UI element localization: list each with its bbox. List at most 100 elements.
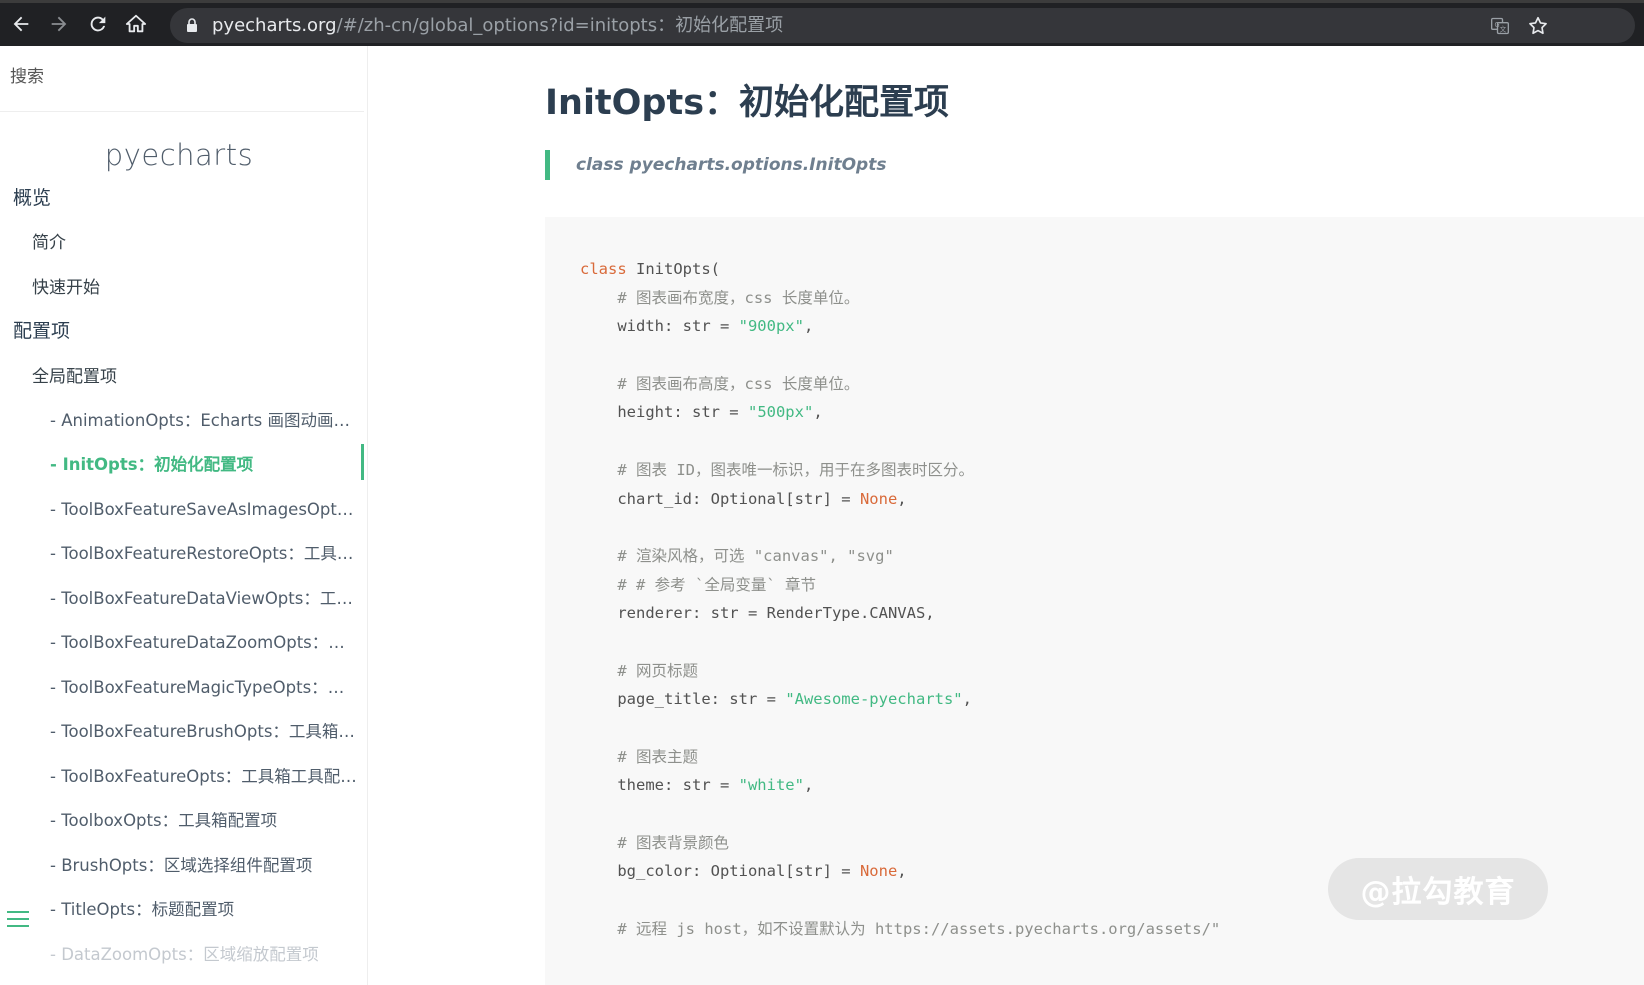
code-token: theme: str = <box>580 776 739 795</box>
sidebar-item[interactable]: 快速开始 <box>0 263 364 308</box>
sidebar-item-label: 配置项 <box>13 320 71 343</box>
sidebar-item[interactable]: - ToolBoxFeatureOpts：工具箱工具配置项 <box>0 753 364 798</box>
code-line: chart_id: Optional[str] = None, <box>580 485 1644 514</box>
code-token: "white" <box>738 776 804 795</box>
home-button[interactable] <box>120 8 152 40</box>
code-token: width: str = <box>580 317 739 336</box>
code-token: # 远程 js host，如不设置默认为 https://assets.pyec… <box>580 919 1221 938</box>
code-token: chart_id: Optional[str] = <box>580 489 860 508</box>
sidebar: pyecharts 概览简介快速开始配置项全局配置项 - AnimationOpt… <box>0 46 368 985</box>
class-blockquote: class pyecharts.options.InitOpts <box>545 150 886 180</box>
sidebar-item[interactable]: - ToolboxOpts：工具箱配置项 <box>0 797 364 842</box>
bookmark-star-button[interactable] <box>1526 14 1550 38</box>
search-box <box>0 46 364 112</box>
sidebar-item-label: 简介 <box>32 233 66 254</box>
sidebar-item[interactable]: - ToolBoxFeatureMagicTypeOpts：工具箱动态类型切换配… <box>0 664 364 709</box>
sidebar-item[interactable]: 全局配置项 <box>0 352 364 397</box>
code-line: # 图表画布高度，css 长度单位。 <box>580 370 1644 399</box>
sidebar-item[interactable]: 简介 <box>0 219 364 264</box>
sidebar-item-label: - ToolBoxFeatureDataZoomOpts：工具箱区域缩放配置项 <box>50 633 358 653</box>
translate-button[interactable]: G 文 <box>1488 14 1512 38</box>
code-token: "Awesome-pyecharts" <box>785 690 963 709</box>
page-title: InitOpts：初始化配置项 <box>545 83 950 123</box>
code-token: # 图表背景颜色 <box>580 833 729 852</box>
code-line: theme: str = "white", <box>580 771 1644 800</box>
code-token: # 图表主题 <box>580 747 698 766</box>
sidebar-item-label: - InitOpts：初始化配置项 <box>50 455 254 475</box>
code-token: None <box>859 489 898 508</box>
sidebar-item[interactable]: - ToolBoxFeatureSaveAsImagesOpts：工具箱保存图片… <box>0 486 364 531</box>
url-host: pyecharts.org <box>212 15 337 36</box>
sidebar-item[interactable]: - ToolBoxFeatureRestoreOpts：工具箱还原配置项 <box>0 530 364 575</box>
translate-icon: G 文 <box>1491 17 1509 35</box>
code-token: # # 参考 `全局变量` 章节 <box>580 575 816 594</box>
arrow-right-icon <box>51 16 67 32</box>
code-line: # # 参考 `全局变量` 章节 <box>580 571 1644 600</box>
code-line: width: str = "900px", <box>580 312 1644 341</box>
code-line: # 图表背景颜色 <box>580 829 1644 858</box>
sidebar-item-label: - ToolboxOpts：工具箱配置项 <box>50 811 278 831</box>
address-bar[interactable]: pyecharts.org/#/zh-cn/global_options?id=… <box>170 8 1635 43</box>
reload-icon <box>90 16 106 32</box>
code-token: # 图表 ID，图表唯一标识，用于在多图表时区分。 <box>580 460 974 479</box>
code-token: "500px" <box>747 403 814 422</box>
star-icon <box>1529 16 1547 35</box>
code-token: # 渲染风格，可选 "canvas", "svg" <box>580 546 894 565</box>
sidebar-item-label: - DataZoomOpts：区域缩放配置项 <box>50 944 319 964</box>
sidebar-item-label: - ToolBoxFeatureSaveAsImagesOpts：工具箱保存图片… <box>50 499 358 519</box>
code-token: page_title: str = <box>580 690 786 709</box>
sidebar-nav: 概览简介快速开始配置项全局配置项 - AnimationOpts：Echarts … <box>0 174 364 975</box>
back-button[interactable] <box>5 8 37 40</box>
reload-button[interactable] <box>82 8 114 40</box>
code-token: # 网页标题 <box>580 661 698 680</box>
browser-toolbar: pyecharts.org/#/zh-cn/global_options?id=… <box>0 0 1644 46</box>
sidebar-item[interactable]: 概览 <box>0 174 364 219</box>
code-token: height: str = <box>580 403 748 422</box>
sidebar-toggle-button[interactable] <box>7 911 29 929</box>
code-token: , <box>813 403 823 422</box>
svg-text:文: 文 <box>1500 24 1507 33</box>
sidebar-item[interactable]: - ToolBoxFeatureDataViewOpts：工具箱数据视图工具 <box>0 575 364 620</box>
sidebar-item-label: - ToolBoxFeatureMagicTypeOpts：工具箱动态类型切换配… <box>50 677 358 697</box>
url-path: /#/zh-cn/global_options?id=initopts：初始化配… <box>336 15 784 36</box>
sidebar-item[interactable]: - TitleOpts：标题配置项 <box>0 886 364 931</box>
sidebar-item-label: - BrushOpts：区域选择组件配置项 <box>50 855 313 875</box>
code-line: # 渲染风格，可选 "canvas", "svg" <box>580 542 1644 571</box>
sidebar-item[interactable]: - ToolBoxFeatureBrushOpts：工具箱选框组件配置项 <box>0 708 364 753</box>
url-text[interactable]: pyecharts.org/#/zh-cn/global_options?id=… <box>212 8 783 43</box>
code-line: height: str = "500px", <box>580 398 1644 427</box>
sidebar-item-label: 快速开始 <box>32 277 100 298</box>
code-token: , <box>803 317 814 336</box>
code-line: class InitOpts( <box>580 255 1644 284</box>
code-line: page_title: str = "Awesome-pyecharts", <box>580 685 1644 714</box>
code-token: bg_color: Optional[str] = <box>580 862 860 881</box>
sidebar-item[interactable]: - BrushOpts：区域选择组件配置项 <box>0 842 364 887</box>
app-name-link[interactable]: pyecharts <box>0 138 358 172</box>
code-token: # 图表画布宽度，css 长度单位。 <box>580 288 860 307</box>
search-input[interactable] <box>10 62 350 92</box>
arrow-left-icon <box>13 16 29 32</box>
sidebar-item-label: 全局配置项 <box>32 366 117 387</box>
sidebar-item-label: - TitleOpts：标题配置项 <box>50 900 235 920</box>
code-line: renderer: str = RenderType.CANVAS, <box>580 599 1644 628</box>
code-token: , <box>962 690 972 709</box>
main-content: InitOpts：初始化配置项 class pyecharts.options.… <box>369 46 1644 985</box>
sidebar-item[interactable]: - DataZoomOpts：区域缩放配置项 <box>0 931 364 976</box>
sidebar-item[interactable]: - InitOpts：初始化配置项 <box>0 441 364 486</box>
code-token: , <box>897 489 907 508</box>
code-line: # 网页标题 <box>580 657 1644 686</box>
sidebar-item[interactable]: 配置项 <box>0 308 364 353</box>
watermark: @拉勾教育 <box>1328 858 1548 920</box>
menu-icon-bar <box>7 925 29 927</box>
sidebar-item[interactable]: - ToolBoxFeatureDataZoomOpts：工具箱区域缩放配置项 <box>0 619 364 664</box>
forward-button[interactable] <box>43 8 75 40</box>
lock-icon <box>187 18 197 32</box>
home-icon <box>125 14 147 33</box>
sidebar-item[interactable]: - AnimationOpts：Echarts 画图动画配置项 <box>0 397 364 442</box>
sidebar-item-label: - AnimationOpts：Echarts 画图动画配置项 <box>50 410 358 430</box>
sidebar-item-label: - ToolBoxFeatureDataViewOpts：工具箱数据视图工具 <box>50 588 358 608</box>
